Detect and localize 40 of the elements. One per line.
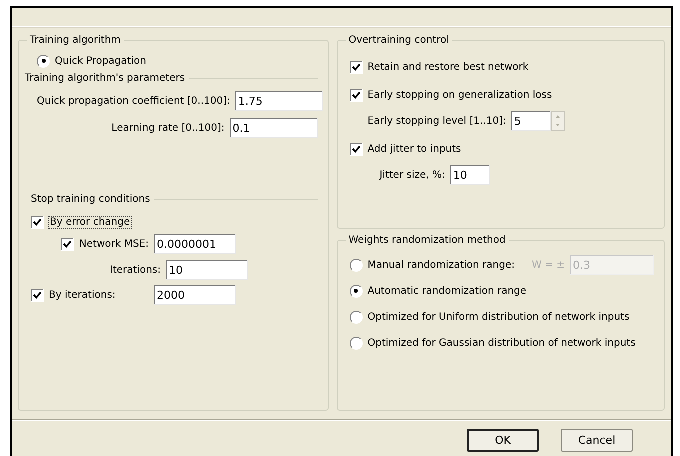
checkbox[interactable] xyxy=(31,216,44,228)
checkbox-label[interactable]: Network MSE: xyxy=(79,238,149,250)
radio-button[interactable] xyxy=(350,336,363,350)
field-label: Jitter size, %: xyxy=(380,170,446,180)
checkbox-label[interactable]: By iterations: xyxy=(49,290,116,300)
radio-label[interactable]: Automatic randomization range xyxy=(368,286,527,296)
input-field[interactable]: 0.1 xyxy=(230,118,318,138)
field-label: Iterations: xyxy=(110,264,161,276)
group-title: Training algorithm xyxy=(29,35,122,46)
checkbox-label[interactable]: Add jitter to inputs xyxy=(368,144,462,154)
input-field[interactable]: 10 xyxy=(450,165,490,185)
checkbox[interactable] xyxy=(350,88,363,102)
input-field[interactable]: 1.75 xyxy=(235,91,324,111)
field-label: Quick propagation coefficient [0..100]: xyxy=(37,96,230,106)
input-field[interactable]: 5 xyxy=(511,111,552,131)
checkbox[interactable] xyxy=(350,142,363,156)
formula-label: W = ± xyxy=(532,260,565,270)
dialog-button[interactable]: OK xyxy=(467,429,539,452)
input-field[interactable]: 10 xyxy=(166,260,248,280)
checkbox-label[interactable]: By error change xyxy=(49,216,132,228)
radio-label[interactable]: Optimized for Gaussian distribution of network inputs xyxy=(368,338,636,348)
radio-button[interactable] xyxy=(350,310,363,324)
section-title: Stop training conditions xyxy=(31,194,150,205)
field-label: Early stopping level [1..10]: xyxy=(368,116,506,126)
checkbox-label[interactable]: Early stopping on generalization loss xyxy=(368,90,552,100)
radio-button[interactable] xyxy=(350,284,363,298)
checkbox[interactable] xyxy=(31,288,44,302)
group-title: Overtraining control xyxy=(348,35,450,46)
section-title: Training algorithm's parameters xyxy=(25,73,186,84)
radio-label[interactable]: Optimized for Uniform distribution of network inputs xyxy=(368,312,630,322)
input-field[interactable]: 2000 xyxy=(154,285,236,305)
checkbox[interactable] xyxy=(350,60,363,74)
group-title: Weights randomization method xyxy=(348,235,507,246)
dialog-button[interactable]: Cancel xyxy=(561,429,633,452)
field-label: Learning rate [0..100]: xyxy=(110,122,225,134)
radio-button[interactable] xyxy=(37,54,50,68)
radio-label[interactable]: Quick Propagation xyxy=(55,56,146,66)
input-field[interactable]: 0.0000001 xyxy=(154,234,236,254)
checkbox[interactable] xyxy=(61,238,74,250)
checkbox-label[interactable]: Retain and restore best network xyxy=(368,62,529,72)
